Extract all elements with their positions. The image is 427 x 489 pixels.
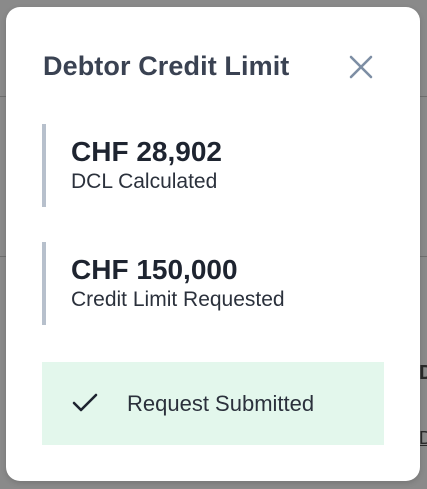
backdrop-link-fragment[interactable]: D <box>419 428 427 449</box>
metric-credit-limit-requested: CHF 150,000 Credit Limit Requested <box>42 242 411 325</box>
close-button[interactable] <box>346 52 376 82</box>
check-icon <box>72 393 98 412</box>
metric-value: CHF 150,000 <box>71 254 238 285</box>
metric-label: DCL Calculated <box>71 170 218 193</box>
status-text: Request Submitted <box>127 391 315 416</box>
backdrop-heading-fragment: D <box>419 362 427 384</box>
dialog-title: Debtor Credit Limit <box>43 51 290 81</box>
status-banner: Request Submitted <box>42 362 384 445</box>
metric-value: CHF 28,902 <box>71 136 222 167</box>
metric-label: Credit Limit Requested <box>71 288 285 311</box>
close-icon <box>349 55 373 79</box>
metric-dcl-calculated: CHF 28,902 DCL Calculated <box>42 124 411 207</box>
credit-limit-dialog: Debtor Credit Limit CHF 28,902 DCL Calcu… <box>6 7 420 481</box>
